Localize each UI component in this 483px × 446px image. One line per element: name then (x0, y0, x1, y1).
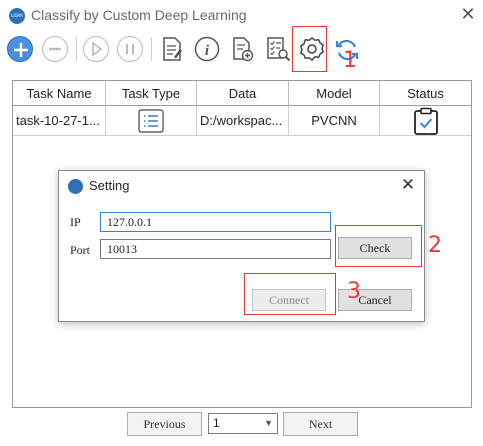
task-name-cell[interactable]: task-10-27-1... (13, 106, 106, 136)
previous-button[interactable]: Previous (127, 412, 202, 436)
add-icon[interactable] (7, 36, 33, 62)
annotation-number-3: 3 (347, 279, 361, 304)
ip-field[interactable]: 127.0.0.1 (100, 212, 331, 232)
dialog-close-icon[interactable]: ✕ (400, 176, 416, 194)
dialog-logo-icon (68, 179, 83, 194)
close-icon[interactable]: ✕ (458, 4, 478, 24)
toolbar-separator (76, 37, 77, 61)
list-icon (138, 109, 164, 133)
ip-label: IP (70, 215, 81, 229)
data-cell[interactable]: D:/workspac... (197, 106, 289, 136)
next-button[interactable]: Next (283, 412, 358, 436)
model-cell[interactable]: PVCNN (289, 106, 380, 136)
remove-icon[interactable] (42, 36, 68, 62)
status-cell[interactable] (380, 106, 471, 136)
chevron-down-icon: ▼ (264, 418, 273, 428)
checklist-search-icon[interactable] (265, 35, 291, 63)
toolbar-separator (151, 37, 152, 61)
add-document-icon[interactable] (231, 35, 255, 63)
column-header-data[interactable]: Data (197, 81, 289, 106)
check-button[interactable]: Check (338, 237, 412, 259)
edit-document-icon[interactable] (160, 35, 184, 63)
connect-button[interactable]: Connect (252, 289, 326, 311)
dialog-title: Setting (89, 178, 130, 193)
port-field[interactable]: 10013 (100, 239, 331, 259)
column-header-task-type[interactable]: Task Type (106, 81, 197, 106)
task-type-cell[interactable] (106, 106, 197, 136)
annotation-number-2: 2 (428, 233, 442, 258)
play-icon[interactable] (83, 36, 109, 62)
svg-text:i: i (205, 43, 210, 59)
port-label: Port (70, 243, 91, 257)
column-header-status[interactable]: Status (380, 81, 471, 106)
pause-icon[interactable] (117, 36, 143, 62)
clipboard-check-icon (412, 107, 440, 135)
info-icon[interactable]: i (194, 36, 220, 62)
column-header-task-name[interactable]: Task Name (13, 81, 106, 106)
window-title: Classify by Custom Deep Learning (31, 7, 247, 23)
annotation-number-1: 1 (343, 48, 357, 73)
settings-highlight-box (292, 26, 327, 72)
page-select[interactable]: 1 ▼ (208, 413, 278, 434)
page-select-value: 1 (213, 416, 220, 430)
app-logo-icon: LIDAR (9, 8, 25, 24)
column-header-model[interactable]: Model (289, 81, 380, 106)
